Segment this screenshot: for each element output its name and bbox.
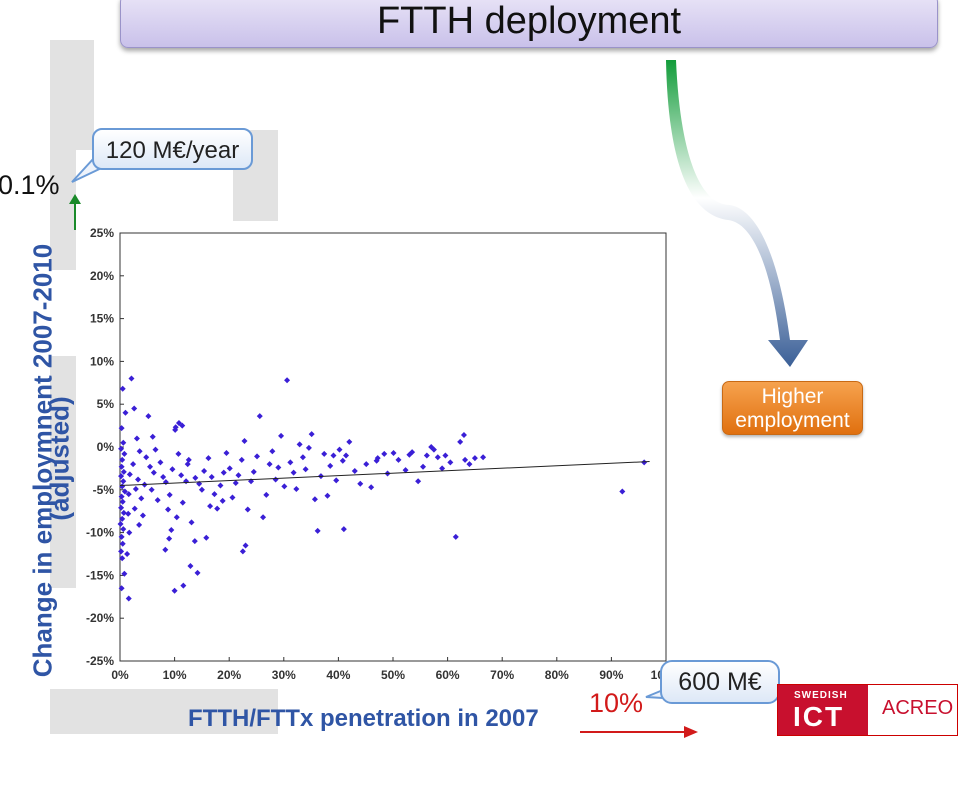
y-tick-label: -5% [93, 483, 115, 497]
x-tick-label: 20% [217, 668, 241, 682]
y-tick-label: 25% [90, 226, 114, 240]
y-tick-label: 0% [97, 440, 115, 454]
y-tick-label: 10% [90, 354, 114, 368]
logo-acreo-text: ACREO [882, 697, 954, 719]
y-tick-label: -20% [86, 611, 114, 625]
x-tick-label: 80% [545, 668, 569, 682]
x-tick-label: 0% [111, 668, 129, 682]
y-tick-label: 5% [97, 397, 115, 411]
x-tick-label: 70% [490, 668, 514, 682]
scatter-chart: 25% 20% 15% 10% 5% 0% -5% -10% -15% -20% -25% 0% 10… [86, 226, 682, 682]
y-tick-label: -25% [86, 654, 114, 668]
x-axis-label: FTTH/FTTx penetration in 2007 [188, 705, 539, 732]
x-tick-label: 50% [381, 668, 405, 682]
x-tick-label: 40% [326, 668, 350, 682]
x-tick-label: 10% [163, 668, 187, 682]
logo-ict-text: ICT [793, 701, 845, 732]
logo-swedish-ict: SWEDISH ICT [778, 685, 868, 735]
logo-swedish-ict-acreo: SWEDISH ICT ACREO [777, 684, 958, 736]
plot-area [119, 232, 667, 662]
x-tick-label: 90% [599, 668, 623, 682]
x-tick-label: 30% [272, 668, 296, 682]
x-tick-label: 60% [436, 668, 460, 682]
x-change-value: 10% [589, 688, 644, 718]
red-right-arrow-icon [580, 726, 698, 738]
y-tick-label: 15% [90, 312, 114, 326]
y-ticks: 25% 20% 15% 10% 5% 0% -5% -10% -15% -20% -25% [86, 226, 124, 668]
y-tick-label: -10% [86, 526, 114, 540]
y-tick-label: -15% [86, 568, 114, 582]
y-tick-label: 20% [90, 269, 114, 283]
logo-swedish-text: SWEDISH [794, 690, 848, 701]
callout-bottom: 600 M€ [660, 660, 780, 704]
